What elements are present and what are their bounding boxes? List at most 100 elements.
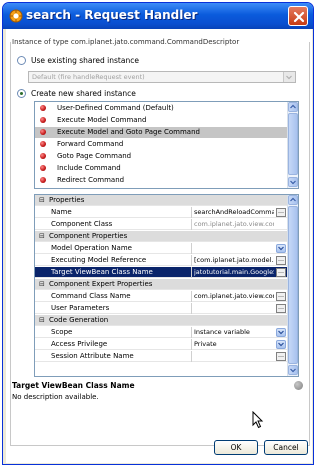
collapse-icon[interactable]: ⊟	[39, 232, 45, 240]
ok-button[interactable]: OK	[214, 440, 258, 455]
ellipsis-button[interactable]: …	[276, 268, 286, 277]
property-sheet-scrollbar[interactable]	[287, 195, 298, 376]
chevron-down-icon	[286, 75, 292, 80]
scroll-thumb[interactable]	[288, 113, 298, 175]
property-name: Scope	[51, 328, 73, 336]
create-new-radio[interactable]	[17, 89, 26, 98]
command-label: User-Defined Command (Default)	[57, 104, 174, 112]
existing-instance-value: Default (fire handleRequest event)	[32, 73, 145, 81]
collapse-icon[interactable]: ⊟	[39, 316, 45, 324]
command-label: Execute Model Command	[57, 116, 147, 124]
command-bullet-icon	[40, 141, 46, 147]
chevron-down-icon	[290, 368, 296, 373]
command-label: Execute Model and Goto Page Command	[57, 128, 200, 136]
category-row[interactable]: ⊟ Code Generation	[35, 315, 288, 326]
property-value[interactable]: Instance variable	[194, 328, 274, 336]
help-icon[interactable]	[294, 381, 303, 390]
property-row-selected[interactable]: Target ViewBean Class Name jatotutorial.…	[35, 267, 288, 278]
category-row[interactable]: ⊟ Component Properties	[35, 231, 288, 242]
property-value[interactable]: Private	[194, 340, 274, 348]
dialog-body: Instance of type com.iplanet.jato.comman…	[6, 29, 312, 463]
close-button[interactable]	[288, 6, 308, 26]
ellipsis-button[interactable]: …	[276, 208, 286, 217]
cancel-button[interactable]: Cancel	[264, 440, 308, 455]
command-label: Goto Page Command	[57, 152, 132, 160]
ellipsis-button[interactable]: …	[276, 256, 286, 265]
property-row[interactable]: Scope Instance variable	[35, 327, 288, 338]
list-item[interactable]: Include Command	[35, 163, 288, 174]
category-label: Properties	[49, 196, 85, 204]
list-item[interactable]: Goto Page Command	[35, 151, 288, 162]
column-divider	[191, 267, 192, 278]
property-sheet[interactable]: ⊟ Properties Name searchAndReloadCommand…	[34, 194, 299, 377]
list-item[interactable]: Forward Command	[35, 139, 288, 150]
column-divider	[191, 327, 192, 338]
scroll-up-button[interactable]	[288, 102, 298, 112]
column-divider	[191, 207, 192, 218]
command-list-scrollbar[interactable]	[287, 102, 298, 188]
scroll-thumb[interactable]	[288, 206, 298, 364]
chevron-up-icon	[290, 104, 296, 109]
command-bullet-icon	[40, 177, 46, 183]
list-item[interactable]: User-Defined Command (Default)	[35, 103, 288, 114]
chevron-down-icon	[290, 180, 296, 185]
ellipsis-button[interactable]: …	[276, 292, 286, 301]
property-name: Component Class	[51, 220, 113, 228]
property-row[interactable]: Command Class Name com.iplanet.jato.view…	[35, 291, 288, 302]
collapse-icon[interactable]: ⊟	[39, 280, 45, 288]
list-item[interactable]: Execute Model Command	[35, 115, 288, 126]
property-name: Target ViewBean Class Name	[51, 268, 153, 276]
ellipsis-button[interactable]: …	[276, 352, 286, 361]
chevron-down-icon	[278, 342, 284, 347]
use-existing-label[interactable]: Use existing shared instance	[31, 56, 139, 65]
app-icon	[9, 9, 23, 23]
dropdown-button[interactable]	[276, 340, 286, 349]
command-label: Include Command	[57, 164, 121, 172]
property-name: User Parameters	[51, 304, 110, 312]
property-row[interactable]: Access Privilege Private	[35, 339, 288, 350]
category-row[interactable]: ⊟ Properties	[35, 195, 288, 206]
category-label: Code Generation	[49, 316, 109, 324]
command-type-list[interactable]: User-Defined Command (Default) Execute M…	[34, 101, 299, 189]
description-text: No description available.	[12, 393, 99, 401]
property-name: Name	[51, 208, 72, 216]
property-value[interactable]: com.iplanet.jato.view.comma...	[194, 292, 274, 300]
column-divider	[191, 339, 192, 350]
command-bullet-icon	[40, 129, 46, 135]
property-row[interactable]: Component Class com.iplanet.jato.view.co…	[35, 219, 288, 230]
collapse-icon[interactable]: ⊟	[39, 196, 45, 204]
window-title: search - Request Handler	[26, 8, 198, 22]
property-value[interactable]: searchAndReloadCommand	[194, 208, 274, 216]
ellipsis-button[interactable]: …	[276, 304, 286, 313]
property-name: Model Operation Name	[51, 244, 132, 252]
combo-dropdown-button	[283, 72, 295, 82]
column-divider	[191, 219, 192, 230]
column-divider	[191, 303, 192, 314]
property-name: Executing Model Reference	[51, 256, 147, 264]
request-handler-dialog: search - Request Handler Instance of typ…	[2, 2, 314, 465]
scroll-down-button[interactable]	[288, 177, 298, 187]
list-item-selected[interactable]: Execute Model and Goto Page Command	[35, 127, 288, 138]
property-value[interactable]: jatotutorial.main.GoogleSearc...	[194, 268, 274, 276]
property-row[interactable]: Model Operation Name	[35, 243, 288, 254]
property-row[interactable]: Name searchAndReloadCommand …	[35, 207, 288, 218]
command-bullet-icon	[40, 165, 46, 171]
dropdown-button[interactable]	[276, 328, 286, 337]
existing-instance-combo: Default (fire handleRequest event)	[28, 71, 296, 83]
list-item[interactable]: Redirect Command	[35, 175, 288, 186]
description-title: Target ViewBean Class Name	[12, 381, 135, 390]
scroll-up-button[interactable]	[288, 195, 298, 205]
property-row[interactable]: Executing Model Reference [com.iplanet.j…	[35, 255, 288, 266]
use-existing-radio[interactable]	[17, 56, 26, 65]
create-new-label[interactable]: Create new shared instance	[31, 89, 136, 98]
scroll-down-button[interactable]	[288, 365, 298, 375]
property-row[interactable]: Session Attribute Name …	[35, 351, 288, 362]
property-row[interactable]: User Parameters …	[35, 303, 288, 314]
property-name: Session Attribute Name	[51, 352, 134, 360]
chevron-down-icon	[278, 330, 284, 335]
dropdown-button[interactable]	[276, 244, 286, 253]
title-bar[interactable]: search - Request Handler	[3, 3, 313, 29]
property-value[interactable]: [com.iplanet.jato.model.SimpleM	[194, 256, 274, 264]
category-label: Component Expert Properties	[49, 280, 153, 288]
category-row[interactable]: ⊟ Component Expert Properties	[35, 279, 288, 290]
